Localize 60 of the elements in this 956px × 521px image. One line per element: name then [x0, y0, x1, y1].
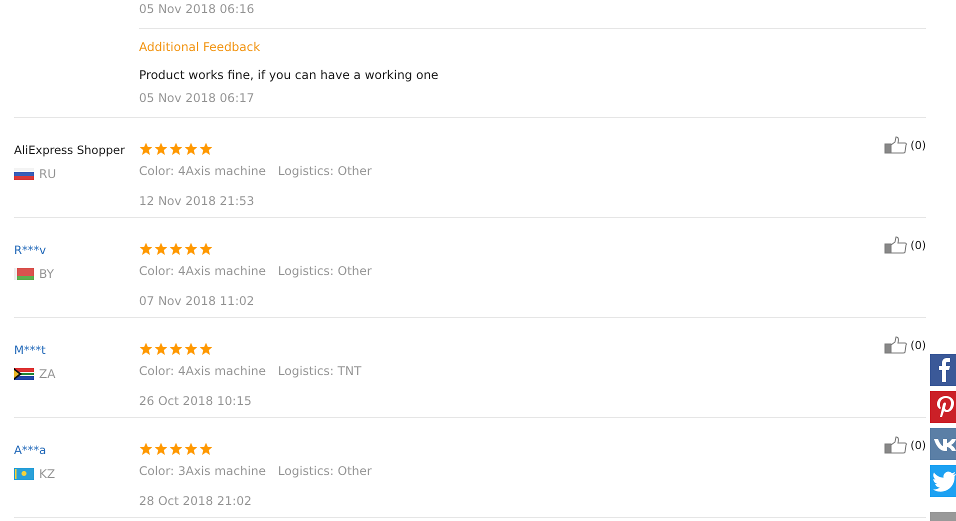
star-icon: [184, 142, 198, 156]
star-icon: [154, 242, 168, 256]
reviewer-link[interactable]: A***a: [14, 443, 46, 457]
star-icon: [139, 342, 153, 356]
helpful-count: (0): [910, 138, 926, 152]
flag-icon: [14, 168, 34, 180]
country-code: RU: [39, 167, 56, 181]
pinterest-share-button[interactable]: [930, 391, 956, 423]
logistics-info: Logistics: Other: [278, 463, 372, 480]
star-icon: [184, 242, 198, 256]
star-icon: [199, 342, 213, 356]
feedback-text: Product works fine, if you can have a working one: [139, 67, 440, 84]
logistics-info: Logistics: TNT: [278, 363, 362, 380]
review-date: 07 Nov 2018 11:02: [139, 293, 256, 310]
reviewer-link[interactable]: R***v: [14, 243, 46, 257]
star-icon: [169, 242, 183, 256]
reviewer-name: AliExpress Shopper: [14, 143, 125, 157]
star-icon: [184, 442, 198, 456]
star-icon: [199, 142, 213, 156]
star-icon: [184, 342, 198, 356]
logistics-info: Logistics: Other: [278, 163, 372, 180]
star-icon: [139, 242, 153, 256]
star-icon: [154, 142, 168, 156]
review-date: 12 Nov 2018 21:53: [139, 193, 256, 210]
star-icon: [199, 442, 213, 456]
star-icon: [169, 142, 183, 156]
star-icon: [169, 442, 183, 456]
country-code: KZ: [39, 467, 56, 481]
star-icon: [154, 342, 168, 356]
color-option: Color: 4Axis machine: [139, 262, 266, 280]
twitter-share-button[interactable]: [930, 465, 956, 497]
thumbs-up-icon[interactable]: [884, 236, 908, 254]
flag-icon: [14, 468, 34, 480]
vk-share-button[interactable]: [930, 428, 956, 460]
star-icon: [139, 442, 153, 456]
review-date: 28 Oct 2018 21:02: [139, 493, 253, 510]
color-option: Color: 3Axis machine: [139, 462, 266, 480]
flag-icon: [14, 268, 34, 280]
thumbs-up-icon[interactable]: [884, 136, 908, 154]
color-option: Color: 4Axis machine: [139, 162, 266, 180]
color-option: Color: 4Axis machine: [139, 362, 266, 380]
feedback-date: 05 Nov 2018 06:17: [139, 90, 256, 107]
helpful-count: (0): [910, 338, 926, 352]
star-icon: [139, 142, 153, 156]
helpful-count: (0): [910, 438, 926, 452]
star-icon: [199, 242, 213, 256]
country-code: BY: [39, 267, 54, 281]
logistics-info: Logistics: Other: [278, 263, 372, 280]
thumbs-up-icon[interactable]: [884, 336, 908, 354]
review-date: 26 Oct 2018 10:15: [139, 393, 253, 410]
additional-feedback-heading: Additional Feedback: [139, 39, 262, 56]
thumbs-up-icon[interactable]: [884, 436, 908, 454]
reviewer-link[interactable]: M***t: [14, 343, 46, 357]
helpful-count: (0): [910, 238, 926, 252]
star-icon: [154, 442, 168, 456]
review-date: 05 Nov 2018 06:16: [139, 2, 254, 16]
country-code: ZA: [39, 367, 56, 381]
star-icon: [169, 342, 183, 356]
flag-icon: [14, 368, 34, 380]
facebook-share-button[interactable]: [930, 354, 956, 386]
